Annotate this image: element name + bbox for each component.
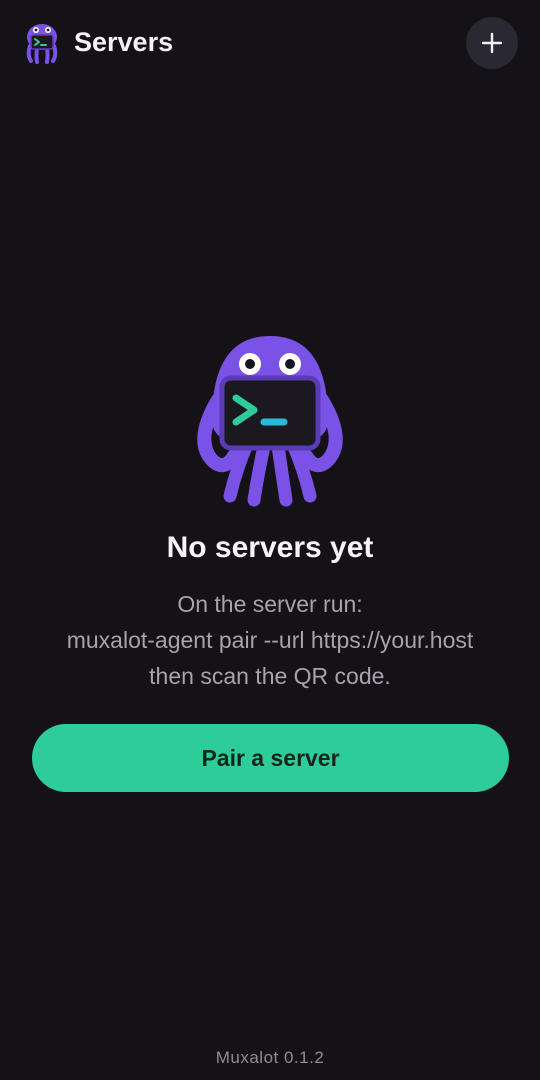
add-server-button[interactable] <box>466 17 518 69</box>
servers-screen: Servers No servers yet On the server run… <box>0 0 540 1080</box>
description-command: muxalot-agent pair --url https://your.ho… <box>66 627 474 653</box>
pair-server-button[interactable]: Pair a server <box>32 724 509 792</box>
plus-icon <box>481 32 503 54</box>
empty-state-title: No servers yet <box>166 531 374 564</box>
empty-state-description: On the server run: muxalot-agent pair --… <box>20 586 520 694</box>
app-version: Muxalot 0.1.2 <box>215 1048 325 1067</box>
page-title: Servers <box>74 27 174 57</box>
description-line: then scan the QR code. <box>149 663 391 689</box>
octopus-logo-icon <box>22 22 62 64</box>
app-bar: Servers <box>0 0 540 86</box>
description-line: On the server run: <box>177 591 363 617</box>
octopus-mascot-icon <box>190 330 350 510</box>
